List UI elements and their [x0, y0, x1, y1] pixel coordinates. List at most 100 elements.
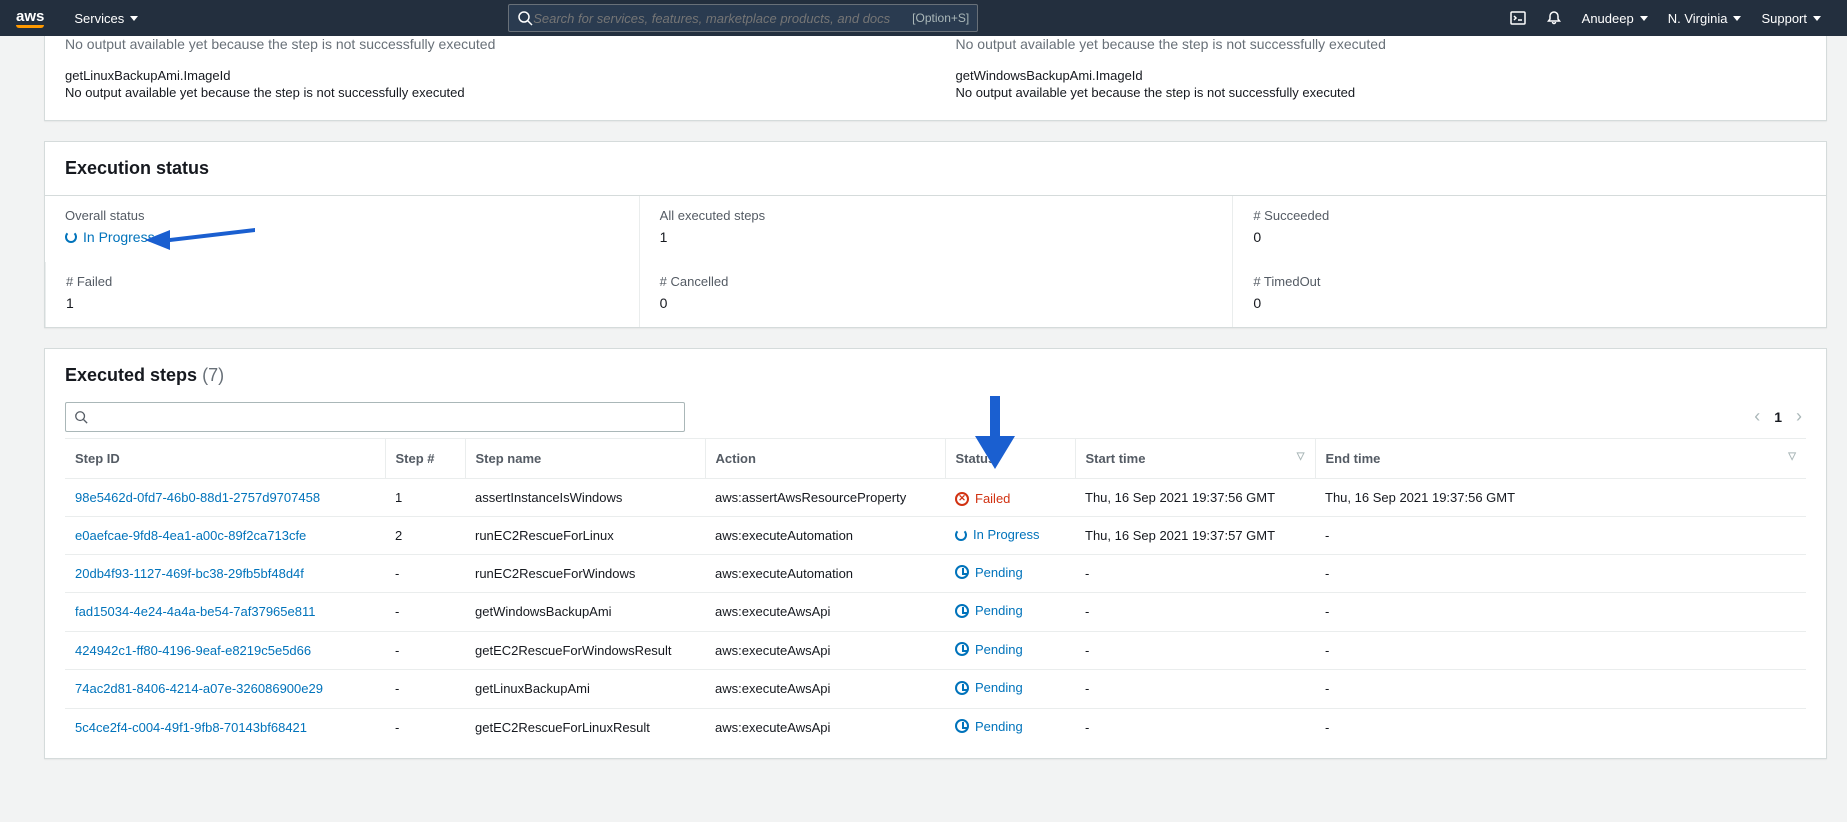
end-time: -	[1315, 631, 1806, 670]
notifications-button[interactable]	[1536, 0, 1572, 36]
status-text: Pending	[975, 719, 1023, 734]
step-status: Pending	[945, 593, 1075, 632]
services-label: Services	[74, 11, 124, 26]
step-id-link[interactable]: e0aefcae-9fd8-4ea1-a00c-89f2ca713cfe	[75, 528, 306, 543]
failed-label: # Failed	[66, 274, 619, 289]
steps-search[interactable]	[65, 402, 685, 432]
account-menu[interactable]: Anudeep	[1572, 0, 1658, 36]
prev-page-button[interactable]: ‹	[1754, 406, 1760, 427]
executed-steps-label: All executed steps	[660, 208, 1213, 223]
timedout-label: # TimedOut	[1253, 274, 1806, 289]
start-time: Thu, 16 Sep 2021 19:37:57 GMT	[1075, 517, 1315, 555]
spinner-icon	[65, 231, 77, 243]
status-text: Pending	[975, 603, 1023, 618]
failed-value: 1	[66, 295, 619, 311]
region-name: N. Virginia	[1668, 11, 1728, 26]
table-row: e0aefcae-9fd8-4ea1-a00c-89f2ca713cfe2run…	[65, 517, 1806, 555]
step-number: -	[385, 593, 465, 632]
output-msg: No output available yet because the step…	[65, 85, 916, 100]
step-name: runEC2RescueForWindows	[465, 554, 705, 593]
error-icon: ✕	[955, 492, 969, 506]
search-box[interactable]: [Option+S]	[508, 4, 978, 32]
step-id-link[interactable]: 424942c1-ff80-4196-9eaf-e8219c5e5d66	[75, 643, 311, 658]
table-row: 98e5462d-0fd7-46b0-88d1-2757d97074581ass…	[65, 479, 1806, 517]
clock-icon	[955, 642, 969, 656]
step-id-link[interactable]: fad15034-4e24-4a4a-be54-7af37965e811	[75, 604, 315, 619]
bell-icon	[1546, 10, 1562, 26]
region-menu[interactable]: N. Virginia	[1658, 0, 1752, 36]
aws-logo[interactable]: aws	[16, 9, 44, 28]
overall-status-cell: Overall status In Progress	[45, 196, 639, 262]
col-action[interactable]: Action	[705, 439, 945, 479]
clock-icon	[955, 604, 969, 618]
table-row: 74ac2d81-8406-4214-a07e-326086900e29 - get…	[65, 670, 1806, 709]
status-text: Pending	[975, 642, 1023, 657]
start-time: -	[1075, 554, 1315, 593]
step-id-link[interactable]: 74ac2d81-8406-4214-a07e-326086900e29	[75, 681, 323, 696]
main-content: No output available yet because the step…	[0, 36, 1847, 779]
col-step-num[interactable]: Step #	[385, 439, 465, 479]
start-time: -	[1075, 708, 1315, 746]
executed-steps-title: Executed steps	[65, 365, 197, 385]
step-id-link[interactable]: 5c4ce2f4-c004-49f1-9fb8-70143bf68421	[75, 720, 307, 735]
output-msg: No output available yet because the step…	[956, 85, 1807, 100]
succeeded-label: # Succeeded	[1253, 208, 1806, 223]
end-time: -	[1315, 517, 1806, 555]
clock-icon	[955, 565, 969, 579]
output-title: getLinuxBackupAmi.ImageId	[65, 68, 916, 83]
cancelled-label: # Cancelled	[660, 274, 1213, 289]
step-name: assertInstanceIsWindows	[465, 479, 705, 517]
step-number: -	[385, 708, 465, 746]
steps-table: Step ID Step # Step name Action Status S…	[65, 438, 1806, 746]
step-name: getLinuxBackupAmi	[465, 670, 705, 709]
table-row: 5c4ce2f4-c004-49f1-9fb8-70143bf68421-get…	[65, 708, 1806, 746]
chevron-down-icon	[1640, 16, 1648, 21]
step-id-link[interactable]: 98e5462d-0fd7-46b0-88d1-2757d9707458	[75, 490, 320, 505]
step-action: aws:executeAwsApi	[705, 670, 945, 709]
step-status: In Progress	[945, 517, 1075, 555]
end-time: -	[1315, 708, 1806, 746]
cancelled-value: 0	[660, 295, 1213, 311]
status-text: Failed	[975, 491, 1010, 506]
executed-steps-header: Executed steps (7)	[45, 349, 1826, 402]
col-status[interactable]: Status	[945, 439, 1075, 479]
executed-steps-panel: Executed steps (7) ‹ 1 › Step ID Step # …	[44, 348, 1827, 759]
table-row: 424942c1-ff80-4196-9eaf-e8219c5e5d66 - get…	[65, 631, 1806, 670]
col-start[interactable]: Start time▽	[1075, 439, 1315, 479]
search-input[interactable]	[533, 11, 912, 26]
col-end[interactable]: End time▽	[1315, 439, 1806, 479]
executed-steps-count: (7)	[202, 365, 224, 385]
clock-icon	[955, 719, 969, 733]
step-name: getEC2RescueForWindowsResult	[465, 631, 705, 670]
support-menu[interactable]: Support	[1751, 0, 1831, 36]
step-status: ✕ Failed	[945, 479, 1075, 517]
step-action: aws:executeAutomation	[705, 554, 945, 593]
col-step-id[interactable]: Step ID	[65, 439, 385, 479]
search-shortcut: [Option+S]	[912, 11, 969, 25]
step-name: getEC2RescueForLinuxResult	[465, 708, 705, 746]
timedout-cell: # TimedOut 0	[1232, 262, 1826, 327]
steps-search-input[interactable]	[88, 410, 676, 425]
end-time: -	[1315, 554, 1806, 593]
executed-steps-value: 1	[660, 229, 1213, 245]
status-text: Pending	[975, 565, 1023, 580]
step-id-link[interactable]: 20db4f93-1127-469f-bc38-29fb5bf48d4f	[75, 566, 304, 581]
executed-steps-cell: All executed steps 1	[639, 196, 1233, 262]
current-page: 1	[1774, 409, 1782, 425]
cloudshell-button[interactable]	[1500, 0, 1536, 36]
execution-status-panel: Execution status Overall status In Progr…	[44, 141, 1827, 328]
col-step-name[interactable]: Step name	[465, 439, 705, 479]
next-page-button[interactable]: ›	[1796, 406, 1802, 427]
succeeded-value: 0	[1253, 229, 1806, 245]
table-row: fad15034-4e24-4a4a-be54-7af37965e811 -get…	[65, 593, 1806, 632]
services-menu[interactable]: Services	[64, 0, 148, 36]
end-time: -	[1315, 670, 1806, 709]
support-label: Support	[1761, 11, 1807, 26]
step-name: getWindowsBackupAmi	[465, 593, 705, 632]
step-name: runEC2RescueForLinux	[465, 517, 705, 555]
execution-status-header: Execution status	[45, 142, 1826, 195]
output-title: getWindowsBackupAmi.ImageId	[956, 68, 1807, 83]
search-icon	[74, 410, 88, 424]
chevron-down-icon	[130, 16, 138, 21]
status-text: In Progress	[973, 527, 1039, 542]
